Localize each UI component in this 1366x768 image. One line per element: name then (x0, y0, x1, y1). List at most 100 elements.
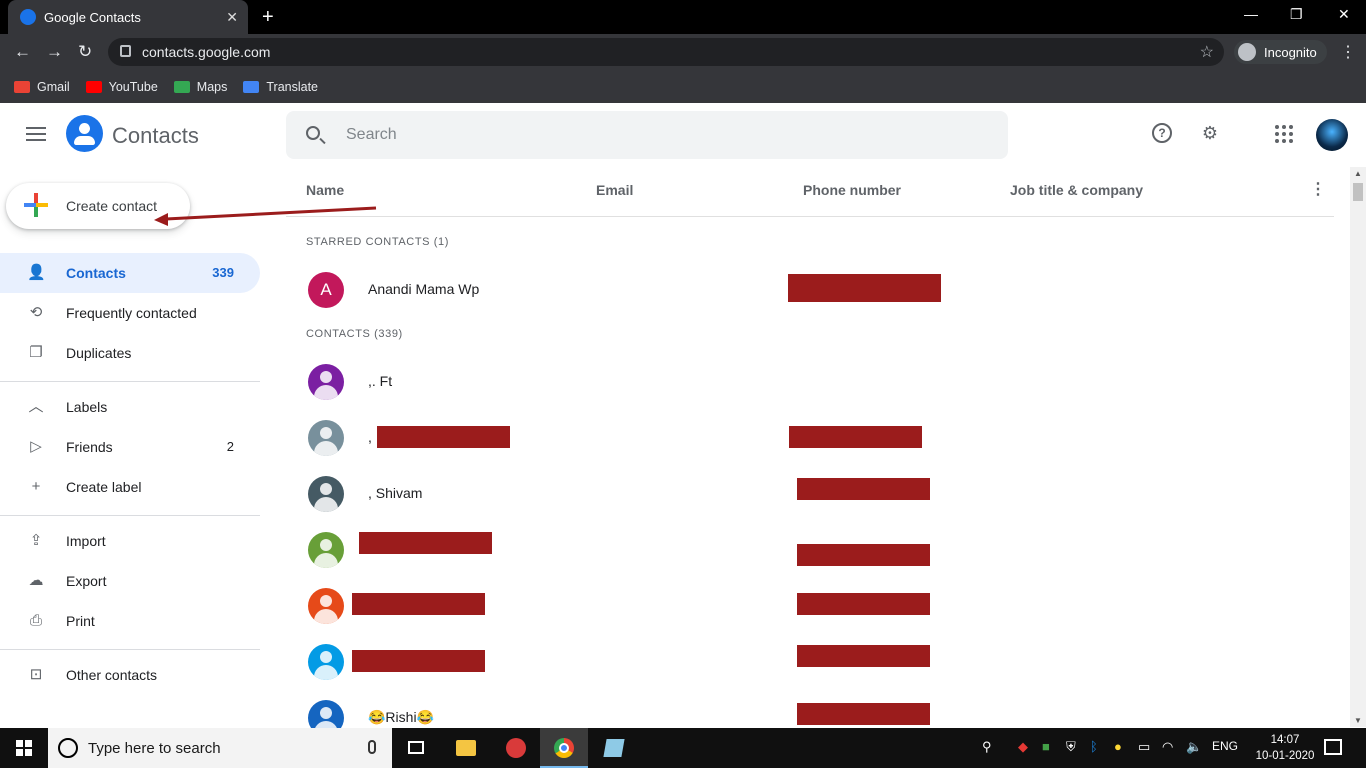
battery-icon[interactable]: ▭ (1138, 739, 1150, 755)
wifi-icon[interactable]: ◠ (1162, 739, 1173, 755)
sidebar-item-label: Duplicates (66, 345, 132, 361)
ccleaner-icon[interactable] (492, 728, 540, 768)
url-text: contacts.google.com (142, 44, 271, 60)
window-close-icon[interactable]: ✕ (1338, 6, 1350, 23)
table-row[interactable] (286, 632, 1334, 688)
sidebar-item-label: Labels (66, 399, 108, 415)
scroll-thumb[interactable] (1353, 183, 1363, 201)
column-header-phone: Phone number (803, 182, 902, 198)
table-row[interactable]: , (286, 408, 1334, 464)
sidebar-item-labels[interactable]: ︿ Labels (0, 387, 260, 427)
address-bar[interactable]: contacts.google.com ☆ (108, 38, 1224, 66)
tab-close-icon[interactable]: ✕ (226, 9, 238, 26)
scroll-down-icon[interactable]: ▼ (1354, 716, 1362, 725)
sidebar-item-create-label[interactable]: + Create label (0, 467, 260, 507)
maps-icon (173, 80, 190, 93)
avatar (308, 532, 344, 568)
sidebar-item-label: Create label (66, 479, 142, 495)
sidebar-item-friends[interactable]: ▷ Friends 2 (0, 427, 260, 467)
google-apps-icon[interactable] (1274, 123, 1294, 143)
clock[interactable]: 14:07 10-01-2020 (1252, 732, 1318, 764)
print-icon: ⎙ (29, 612, 42, 629)
table-row[interactable]: ,. Ft (286, 352, 1334, 408)
chrome-taskbar-icon[interactable] (540, 728, 588, 768)
redacted-name (352, 593, 485, 615)
contacts-favicon-icon (20, 9, 36, 25)
help-icon[interactable]: ? (1152, 123, 1172, 143)
sidebar-item-label: Friends (66, 439, 113, 455)
minimize-icon[interactable]: — (1244, 6, 1258, 22)
browser-tab[interactable]: Google Contacts ✕ (8, 0, 248, 34)
bookmarks-bar: Gmail YouTube Maps Translate (0, 70, 1366, 103)
lock-icon (120, 45, 131, 57)
sidebar-divider (0, 381, 260, 382)
security-tray-icon[interactable]: ● (1114, 739, 1122, 754)
sidebar-item-export[interactable]: ☁ Export (0, 561, 260, 601)
task-view-icon[interactable] (392, 728, 440, 768)
avatar (308, 588, 344, 624)
bookmark-translate[interactable]: Translate (243, 80, 318, 94)
column-header-job: Job title & company (1010, 182, 1144, 198)
redacted-phone (797, 478, 930, 500)
taskbar-search[interactable] (48, 728, 392, 768)
sidebar-item-frequently-contacted[interactable]: ⟲ Frequently contacted (0, 293, 260, 333)
notepad-icon[interactable] (590, 728, 638, 768)
back-icon[interactable]: ← (14, 42, 31, 62)
sidebar-item-label: Other contacts (66, 667, 158, 683)
windows-start-icon[interactable] (16, 740, 32, 756)
column-header-email: Email (596, 182, 634, 198)
search-input[interactable] (346, 123, 946, 147)
search-icon[interactable] (306, 126, 320, 140)
tray-green-icon[interactable]: ■ (1042, 739, 1050, 754)
reload-icon[interactable]: ↻ (78, 42, 92, 62)
contacts-list: Name Email Phone number Job title & comp… (286, 167, 1348, 736)
sidebar-item-other-contacts[interactable]: ⊡ Other contacts (0, 655, 260, 695)
browser-menu-icon[interactable]: ⋮ (1340, 42, 1356, 62)
bookmark-label: Maps (196, 79, 228, 94)
more-options-icon[interactable]: ⋮ (1310, 179, 1326, 199)
restore-icon[interactable]: ❐ (1290, 6, 1303, 23)
taskbar-search-input[interactable] (88, 738, 348, 758)
sidebar-item-print[interactable]: ⎙ Print (0, 601, 260, 641)
bookmark-gmail[interactable]: Gmail (14, 80, 70, 94)
search-bar[interactable] (286, 111, 1008, 159)
people-icon[interactable]: ⚲ (982, 739, 992, 755)
tray-app-icon[interactable]: ◆ (1018, 739, 1028, 755)
label-tag-icon: ▷ (30, 438, 42, 455)
contacts-logo-icon (66, 115, 103, 152)
incognito-badge[interactable]: Incognito (1234, 40, 1327, 64)
bookmark-star-icon[interactable]: ☆ (1200, 42, 1214, 62)
table-row[interactable]: A Anandi Mama Wp (286, 260, 1334, 316)
sidebar-item-duplicates[interactable]: ❐ Duplicates (0, 333, 260, 373)
scrollbar[interactable]: ▲ ▼ (1350, 167, 1366, 727)
main-menu-icon[interactable] (26, 127, 46, 145)
forward-icon[interactable]: → (46, 42, 63, 62)
volume-icon[interactable]: 🔈 (1186, 739, 1202, 755)
table-row[interactable] (286, 576, 1334, 632)
youtube-icon (85, 80, 102, 93)
duplicates-icon: ❐ (29, 344, 43, 361)
bookmark-label: YouTube (108, 79, 158, 94)
new-tab-button[interactable]: + (262, 6, 274, 29)
sidebar-item-import[interactable]: ⇪ Import (0, 521, 260, 561)
sidebar-item-contacts[interactable]: 👤 Contacts 339 (0, 253, 260, 293)
add-icon: + (31, 478, 41, 495)
file-explorer-icon[interactable] (442, 728, 490, 768)
table-row[interactable] (286, 520, 1334, 576)
upload-icon: ⇪ (29, 532, 43, 549)
action-center-icon[interactable] (1324, 739, 1342, 755)
microphone-icon[interactable] (368, 740, 376, 754)
bookmark-youtube[interactable]: YouTube (85, 79, 158, 94)
account-avatar[interactable] (1316, 119, 1348, 151)
history-icon: ⟲ (29, 304, 43, 321)
language-indicator[interactable]: ENG (1212, 739, 1238, 753)
app-header: Contacts ? ⚙ (0, 103, 1366, 167)
bookmark-maps[interactable]: Maps (173, 79, 228, 94)
tab-title: Google Contacts (44, 9, 141, 25)
scroll-up-icon[interactable]: ▲ (1354, 169, 1362, 178)
settings-gear-icon[interactable]: ⚙ (1200, 123, 1220, 143)
bluetooth-icon[interactable]: ᛒ (1090, 739, 1098, 754)
column-header-name[interactable]: Name (306, 182, 344, 198)
table-row[interactable]: , Shivam (286, 464, 1334, 520)
shield-icon[interactable]: ⛨ (1066, 739, 1076, 755)
